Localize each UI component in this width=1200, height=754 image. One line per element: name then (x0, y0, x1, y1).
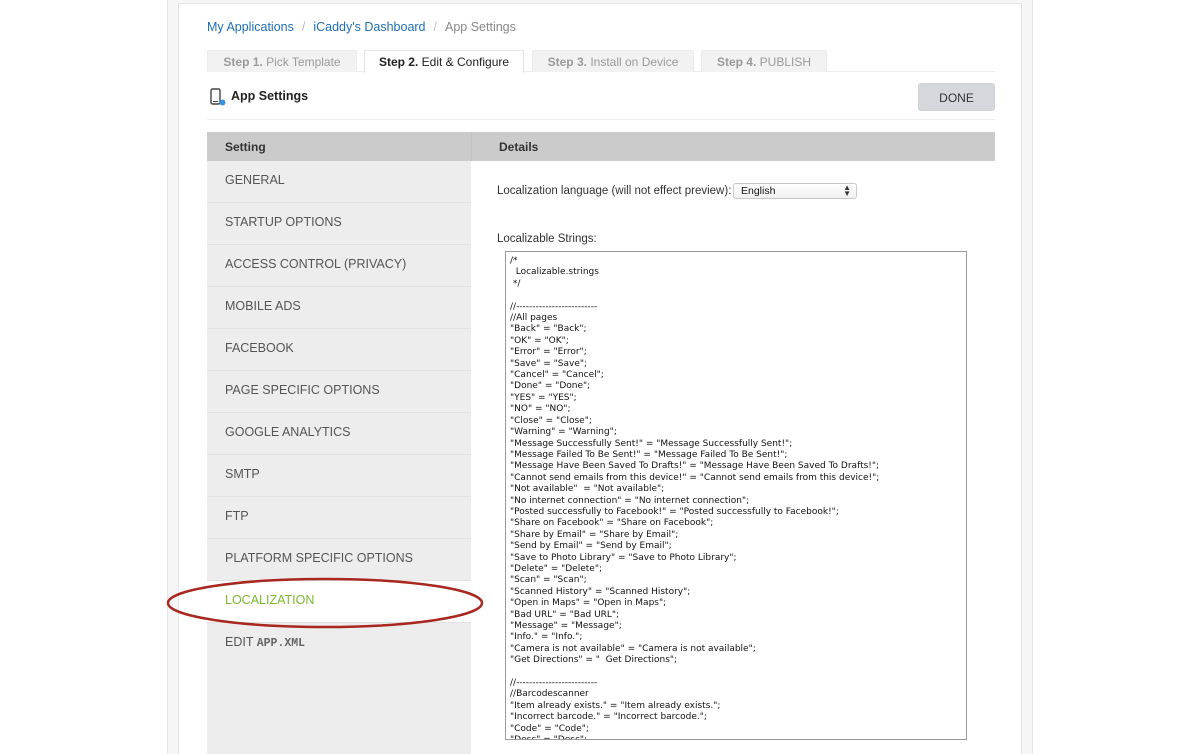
sidebar-item-label: SMTP (225, 467, 260, 481)
sidebar-item-page-specific-options[interactable]: PAGE SPECIFIC OPTIONS (207, 371, 471, 413)
column-divider (471, 132, 472, 161)
sidebar-item-label: MOBILE ADS (225, 299, 301, 313)
breadcrumb-current: App Settings (445, 20, 516, 34)
tab-label: Install on Device (590, 55, 679, 69)
details-panel: Localization language (will not effect p… (471, 161, 995, 754)
tab-step-3[interactable]: Step 3. Install on Device (532, 50, 694, 72)
sidebar-item-label: LOCALIZATION (225, 593, 315, 607)
sidebar-item-localization[interactable]: LOCALIZATION (207, 581, 471, 623)
sidebar-item-label: PLATFORM SPECIFIC OPTIONS (225, 551, 413, 565)
column-header-details: Details (499, 140, 539, 154)
tab-step-2[interactable]: Step 2. Edit & Configure (364, 50, 524, 73)
settings-title: App Settings (231, 89, 309, 103)
tab-step-4[interactable]: Step 4. PUBLISH (701, 50, 827, 72)
sidebar-item-label: PAGE SPECIFIC OPTIONS (225, 383, 380, 397)
tab-step-1[interactable]: Step 1. Pick Template (207, 50, 357, 72)
sidebar-item-code: APP.XML (256, 637, 306, 650)
step-tabs: Step 1. Pick Template Step 2. Edit & Con… (207, 50, 995, 73)
sidebar-item-ftp[interactable]: FTP (207, 497, 471, 539)
sidebar-item-edit-app-xml[interactable]: EDIT APP.XML (207, 623, 471, 665)
breadcrumb-separator: / (433, 20, 437, 34)
localization-language-select[interactable]: English ▲ ▼ (733, 183, 857, 199)
sidebar-item-mobile-ads[interactable]: MOBILE ADS (207, 287, 471, 329)
tab-label: Edit & Configure (421, 55, 510, 69)
sidebar-item-access-control[interactable]: ACCESS CONTROL (PRIVACY) (207, 245, 471, 287)
settings-sidebar: GENERAL STARTUP OPTIONS ACCESS CONTROL (… (207, 161, 471, 754)
settings-header: App Settings DONE (207, 83, 995, 120)
tab-step-number: Step 1. (223, 55, 263, 69)
sidebar-item-general[interactable]: GENERAL (207, 161, 471, 203)
tab-label: Pick Template (266, 55, 341, 69)
settings-table-header: Setting Details (207, 132, 995, 161)
sidebar-item-label: EDIT (225, 635, 257, 649)
sidebar-item-label: GOOGLE ANALYTICS (225, 425, 351, 439)
tab-step-number: Step 4. (716, 55, 757, 69)
sidebar-item-platform-specific-options[interactable]: PLATFORM SPECIFIC OPTIONS (207, 539, 471, 581)
breadcrumb: My Applications / iCaddy's Dashboard / App S… (207, 20, 516, 34)
breadcrumb-my-applications[interactable]: My Applications (207, 20, 294, 34)
sidebar-item-facebook[interactable]: FACEBOOK (207, 329, 471, 371)
localization-language-label: Localization language (will not effect p… (497, 185, 732, 197)
tab-step-number: Step 3. (547, 55, 587, 69)
sidebar-item-label: FACEBOOK (225, 341, 294, 355)
breadcrumb-separator: / (301, 20, 306, 34)
sidebar-item-label: FTP (225, 509, 249, 523)
column-header-setting: Setting (225, 140, 266, 154)
done-button[interactable]: DONE (918, 83, 995, 111)
sidebar-item-smtp[interactable]: SMTP (207, 455, 471, 497)
localizable-strings-label: Localizable Strings: (497, 233, 597, 245)
sidebar-item-label: STARTUP OPTIONS (225, 215, 342, 229)
sidebar-item-google-analytics[interactable]: GOOGLE ANALYTICS (207, 413, 471, 455)
tab-label: PUBLISH (759, 55, 812, 69)
breadcrumb-dashboard[interactable]: iCaddy's Dashboard (313, 20, 425, 34)
sidebar-item-label: GENERAL (225, 173, 285, 187)
select-arrows-icon: ▲ ▼ (843, 183, 851, 198)
localizable-strings-textarea[interactable]: /* Localizable.strings */ //------------… (505, 251, 967, 740)
tab-step-number: Step 2. (378, 55, 419, 69)
sidebar-item-startup-options[interactable]: STARTUP OPTIONS (207, 203, 471, 245)
select-value: English (741, 185, 776, 197)
sidebar-item-label: ACCESS CONTROL (PRIVACY) (225, 257, 407, 271)
phone-settings-icon (210, 88, 226, 106)
